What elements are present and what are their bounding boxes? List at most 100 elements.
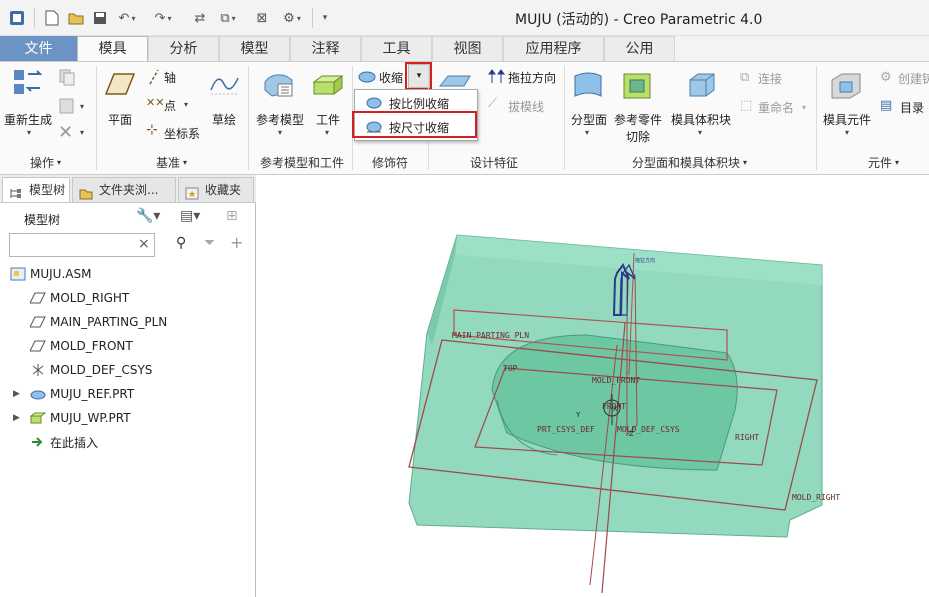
- find-binoculars-icon[interactable]: ⚲: [176, 235, 186, 251]
- tree-item-muju-wp-prt[interactable]: ▶ MUJU_WP.PRT: [0, 407, 255, 429]
- tree-filter-grid-icon[interactable]: ⊞: [226, 208, 238, 224]
- datum-plane-icon: [29, 291, 46, 305]
- group-datum[interactable]: 基准 ▾: [156, 152, 187, 172]
- catalog-icon[interactable]: ▤: [880, 98, 892, 113]
- tree-item-mold-def-csys[interactable]: MOLD_DEF_CSYS: [0, 359, 255, 381]
- app-icon[interactable]: [6, 8, 28, 28]
- save-icon[interactable]: [90, 8, 110, 28]
- top-label: TOP: [503, 364, 518, 373]
- regenerate-icon[interactable]: [12, 66, 46, 103]
- tree-item-label: MOLD_RIGHT: [50, 291, 130, 305]
- connect-icon: ⧉: [740, 70, 750, 85]
- tree-item-mold-front[interactable]: MOLD_FRONT: [0, 335, 255, 357]
- tree-item-mold-right[interactable]: MOLD_RIGHT: [0, 287, 255, 309]
- tab-tools[interactable]: 工具: [361, 36, 432, 61]
- insert-arrow-icon: [30, 435, 46, 449]
- mold-component-icon[interactable]: [830, 70, 864, 105]
- tree-columns-icon[interactable]: ▤▾: [180, 208, 200, 224]
- redo-icon[interactable]: ↷ ▾: [150, 8, 176, 28]
- new-file-icon[interactable]: [42, 8, 62, 28]
- group-parting[interactable]: 分型面和模具体积块 ▾: [632, 152, 747, 172]
- sketch-label[interactable]: 草绘: [212, 111, 236, 128]
- copy-icon[interactable]: [58, 68, 76, 89]
- tree-item-main-parting-pln[interactable]: MAIN_PARTING_PLN: [0, 311, 255, 333]
- point-icon[interactable]: ✕✕: [146, 96, 164, 109]
- open-folder-icon[interactable]: [66, 8, 86, 28]
- catalog-label[interactable]: 目录: [900, 99, 924, 116]
- add-filter-icon[interactable]: +: [230, 233, 243, 252]
- delete-icon[interactable]: ✕: [58, 122, 73, 143]
- expand-arrow-icon[interactable]: ▶: [13, 413, 20, 423]
- axis-icon[interactable]: [146, 68, 162, 89]
- sketch-icon[interactable]: [208, 70, 240, 101]
- tree-settings-icon[interactable]: 🔧▾: [136, 208, 160, 224]
- expand-arrow-icon[interactable]: ▶: [13, 389, 20, 399]
- regenerate-quick-icon[interactable]: ⇄: [190, 8, 210, 28]
- csys-label[interactable]: 坐标系: [164, 125, 200, 142]
- mold-volume-icon[interactable]: [684, 70, 718, 103]
- settings-quick-icon[interactable]: ⚙ ▾: [278, 8, 306, 28]
- parting-surface-label[interactable]: 分型面: [571, 111, 607, 128]
- draft-line-icon: ⟋: [488, 96, 498, 111]
- model-view[interactable]: MAIN_PARTING_PLN TOP MOLD_FRONT FRONT PR…: [257, 175, 929, 597]
- prt-csys-label: PRT_CSYS_DEF: [537, 425, 595, 434]
- paste-icon[interactable]: [58, 96, 76, 117]
- plane-label[interactable]: 平面: [108, 111, 132, 128]
- shrink-label[interactable]: 收缩: [379, 69, 403, 86]
- draft-direction-icon[interactable]: [488, 68, 506, 87]
- tree-item-insert-here[interactable]: 在此插入: [0, 431, 255, 453]
- customize-toolbar-icon[interactable]: ▾: [318, 8, 332, 28]
- model-tree-icon: [9, 184, 23, 198]
- close-window-icon[interactable]: ⊠: [252, 8, 272, 28]
- ref-part-cutout-label-2[interactable]: 切除: [626, 128, 650, 145]
- tab-favorites[interactable]: ★ 收藏夹: [178, 177, 254, 202]
- plane-icon[interactable]: [104, 70, 136, 101]
- ref-model-icon[interactable]: [262, 70, 296, 103]
- tab-analysis[interactable]: 分析: [148, 36, 219, 61]
- window-title: MUJU (活动的) - Creo Parametric 4.0: [515, 12, 763, 28]
- tab-annotate[interactable]: 注释: [290, 36, 361, 61]
- ref-part-cutout-label-1[interactable]: 参考零件: [614, 111, 662, 128]
- mold-right-label: MOLD_RIGHT: [792, 493, 840, 502]
- workpiece-icon[interactable]: [312, 74, 344, 101]
- tab-applications[interactable]: 应用程序: [503, 36, 604, 61]
- regenerate-label[interactable]: 重新生成: [4, 111, 52, 128]
- tree-item-label: MAIN_PARTING_PLN: [50, 315, 168, 329]
- assembly-icon: [10, 267, 26, 281]
- ref-part-cutout-icon[interactable]: [622, 70, 652, 103]
- tab-view[interactable]: 视图: [432, 36, 503, 61]
- undo-icon[interactable]: ↶ ▾: [114, 8, 140, 28]
- tree-item-muju-ref-prt[interactable]: ▶ MUJU_REF.PRT: [0, 383, 255, 405]
- svg-text:★: ★: [188, 190, 196, 200]
- shrink-icon[interactable]: [357, 68, 377, 87]
- csys-icon[interactable]: ⊹: [146, 122, 158, 138]
- draft-direction-label[interactable]: 拖拉方向: [508, 69, 556, 86]
- tree-item-muju-asm[interactable]: MUJU.ASM: [0, 263, 255, 285]
- draft-line-label: 拔模线: [508, 100, 545, 114]
- ref-model-label[interactable]: 参考模型: [256, 111, 304, 128]
- mold-component-label[interactable]: 模具元件: [823, 111, 871, 128]
- group-operations[interactable]: 操作 ▾: [30, 152, 61, 172]
- part-ref-icon: [30, 387, 46, 401]
- axis-y-label: Y: [575, 411, 581, 419]
- point-label[interactable]: 点: [164, 97, 176, 114]
- tab-model-tree[interactable]: 模型树: [2, 177, 70, 202]
- tab-model[interactable]: 模型: [219, 36, 290, 61]
- axis-label[interactable]: 轴: [164, 69, 176, 86]
- parting-surface-icon[interactable]: [571, 70, 605, 103]
- mold-front-label: MOLD_FRONT: [592, 376, 640, 385]
- group-components[interactable]: 元件 ▾: [868, 152, 899, 172]
- filter-icon[interactable]: ⏷: [204, 235, 215, 251]
- workpiece-label[interactable]: 工件: [316, 111, 340, 128]
- graphics-viewport[interactable]: MAIN_PARTING_PLN TOP MOLD_FRONT FRONT PR…: [257, 175, 929, 597]
- clear-search-icon[interactable]: ×: [138, 236, 150, 252]
- tab-folder-browser[interactable]: 文件夹浏...: [72, 177, 176, 202]
- menu-item-shrink-by-scale-label: 按比例收缩: [389, 96, 450, 111]
- tab-mold[interactable]: 模具: [77, 36, 148, 62]
- right-label: RIGHT: [735, 433, 759, 442]
- tree-search-input[interactable]: [9, 233, 155, 257]
- tab-common[interactable]: 公用: [604, 36, 675, 61]
- tab-file[interactable]: 文件: [0, 36, 77, 61]
- windows-icon[interactable]: ⧉ ▾: [214, 8, 242, 28]
- mold-volume-label[interactable]: 模具体积块: [671, 111, 731, 128]
